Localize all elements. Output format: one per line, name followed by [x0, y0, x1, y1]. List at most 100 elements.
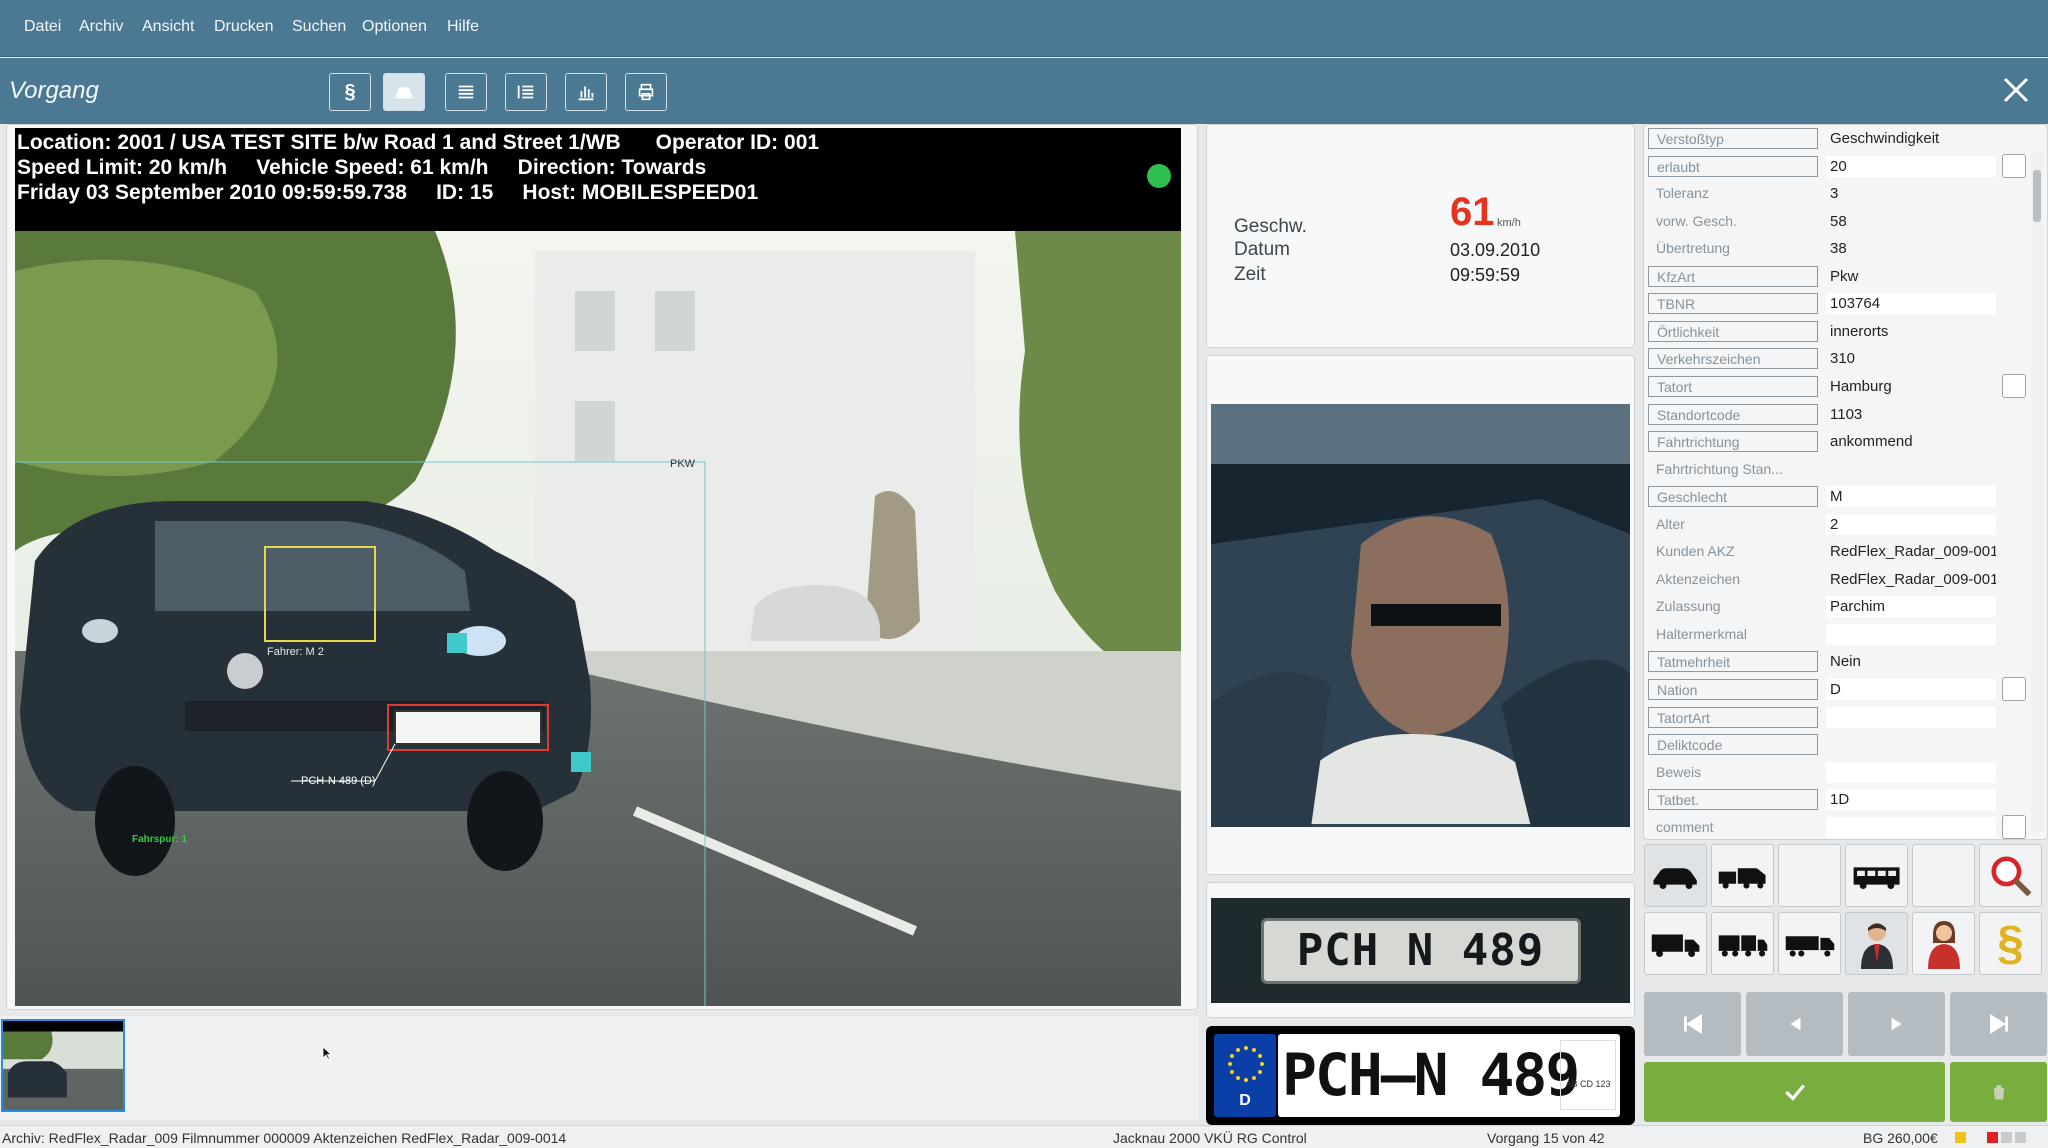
status-record: Vorgang 15 von 42 [1487, 1130, 1605, 1146]
menu-hilfe[interactable]: Hilfe [447, 18, 479, 36]
print-button[interactable] [625, 73, 667, 111]
field-row: Geschlecht M [1648, 484, 2032, 508]
truck-button[interactable] [1644, 912, 1707, 975]
previous-record-button[interactable] [1746, 992, 1843, 1056]
evidence-photo[interactable]: Location: 2001 / USA TEST SITE b/w Road … [15, 128, 1181, 1006]
field-value[interactable]: 58 [1826, 211, 1996, 232]
female-person-icon [1927, 920, 1960, 969]
menu-datei[interactable]: Datei [24, 18, 61, 36]
overlay-line-2: Speed Limit: 20 km/h Vehicle Speed: 61 k… [17, 156, 707, 179]
next-record-button[interactable] [1848, 992, 1945, 1056]
van-trailer-button[interactable] [1711, 844, 1774, 907]
thumbnail-selected[interactable] [1, 1019, 125, 1112]
field-value[interactable] [1826, 762, 1996, 783]
semi-truck-button[interactable] [1778, 912, 1841, 975]
field-row: Deliktcode [1648, 732, 2032, 756]
scrollbar-thumb[interactable] [2033, 170, 2041, 222]
field-checkbox[interactable] [2002, 815, 2026, 839]
first-record-button[interactable] [1644, 992, 1741, 1056]
plate-result[interactable]: D PCH–N 489 AB CD 123 [1206, 1026, 1635, 1125]
status-archive: Archiv: RedFlex_Radar_009 Filmnummer 000… [2, 1130, 567, 1146]
empty-slot-button[interactable] [1778, 844, 1841, 907]
menu-drucken[interactable]: Drucken [214, 18, 274, 36]
bar-chart-icon [578, 86, 594, 101]
field-row: Tatort Hamburg [1648, 374, 2032, 398]
details-scrollbar[interactable] [2031, 152, 2043, 832]
field-checkbox[interactable] [2002, 677, 2026, 701]
plate-crop-text: PCH N 489 [1260, 917, 1581, 984]
field-value[interactable]: Nein [1826, 651, 1996, 672]
close-icon[interactable] [2000, 74, 2032, 106]
field-value[interactable]: 38 [1826, 238, 1996, 259]
plate-recognition-label: PCH-N 489 (D) [301, 775, 376, 787]
empty-slot-button-2[interactable] [1912, 844, 1975, 907]
field-value[interactable]: 1D [1826, 789, 1996, 810]
field-value[interactable]: 310 [1826, 348, 1996, 369]
field-row: Übertretung 38 [1648, 236, 2032, 260]
toolbar: Vorgang § [0, 58, 2048, 124]
field-label: Geschlecht [1648, 486, 1818, 507]
field-row: erlaubt 20 [1648, 154, 2032, 178]
field-value[interactable]: ankommend [1826, 431, 1996, 452]
confirm-button[interactable] [1644, 1062, 1945, 1122]
menu-ansicht[interactable]: Ansicht [142, 18, 194, 36]
field-value[interactable]: 20 [1826, 156, 1996, 177]
field-label: Tatort [1648, 376, 1818, 397]
numbered-list-button[interactable] [505, 73, 547, 111]
window-title: Vorgang [9, 77, 99, 104]
field-row: vorw. Gesch. 58 [1648, 209, 2032, 233]
field-value[interactable] [1826, 459, 1996, 480]
status-ok-icon [1147, 164, 1171, 188]
last-record-button[interactable] [1950, 992, 2047, 1056]
search-button[interactable] [1979, 844, 2042, 907]
plate-crop-photo[interactable]: PCH N 489 [1211, 898, 1630, 1003]
field-value[interactable]: RedFlex_Radar_009-0014 [1826, 569, 1996, 590]
status-warning-indicator [1955, 1132, 1966, 1143]
vehicle-view-button[interactable] [383, 73, 425, 111]
statistics-button[interactable] [565, 73, 607, 111]
field-label: Alter [1656, 516, 1685, 532]
status-fee: BG 260,00€ [1863, 1130, 1938, 1146]
field-checkbox[interactable] [2002, 374, 2026, 398]
truck-trailer-button[interactable] [1711, 912, 1774, 975]
male-driver-button[interactable] [1845, 912, 1908, 975]
field-value[interactable]: 3 [1826, 183, 1996, 204]
field-value[interactable]: Hamburg [1826, 376, 1996, 397]
field-value[interactable]: innerorts [1826, 321, 1996, 342]
field-value[interactable]: Parchim [1826, 596, 1996, 617]
field-value[interactable] [1826, 707, 1996, 728]
female-driver-button[interactable] [1912, 912, 1975, 975]
paragraph-button[interactable]: § [329, 73, 371, 111]
bus-button[interactable] [1845, 844, 1908, 907]
field-label: KfzArt [1648, 266, 1818, 287]
field-label: Aktenzeichen [1656, 571, 1741, 587]
field-value[interactable]: 103764 [1826, 293, 1996, 314]
field-value[interactable]: RedFlex_Radar_009-0014 [1826, 541, 1996, 562]
field-value[interactable] [1826, 734, 1996, 755]
field-row: Örtlichkeit innerorts [1648, 319, 2032, 343]
menu-archiv[interactable]: Archiv [79, 18, 123, 36]
field-value[interactable] [1826, 817, 1996, 838]
field-value[interactable] [1826, 624, 1996, 645]
list-button[interactable] [445, 73, 487, 111]
field-value[interactable]: M [1826, 486, 1996, 507]
vehicle-class-label: PKW [670, 458, 696, 470]
car-button[interactable] [1644, 844, 1707, 907]
law-paragraph-button[interactable]: § [1979, 912, 2042, 975]
field-value[interactable]: 2 [1826, 514, 1996, 535]
delete-button[interactable] [1950, 1062, 2047, 1122]
field-checkbox[interactable] [2002, 154, 2026, 178]
menu-optionen[interactable]: Optionen [362, 18, 427, 36]
field-label: Nation [1648, 679, 1818, 700]
driver-photo[interactable] [1211, 404, 1630, 827]
driver-label: Fahrer: M 2 [267, 646, 324, 658]
field-label: Standortcode [1648, 404, 1818, 425]
list-icon [458, 85, 474, 99]
menu-suchen[interactable]: Suchen [292, 18, 346, 36]
field-label: Örtlichkeit [1648, 321, 1818, 342]
field-value[interactable]: D [1826, 679, 1996, 700]
field-value[interactable]: Geschwindigkeit [1826, 128, 1996, 149]
car-icon [395, 87, 413, 99]
field-value[interactable]: Pkw [1826, 266, 1996, 287]
field-value[interactable]: 1103 [1826, 404, 1996, 425]
